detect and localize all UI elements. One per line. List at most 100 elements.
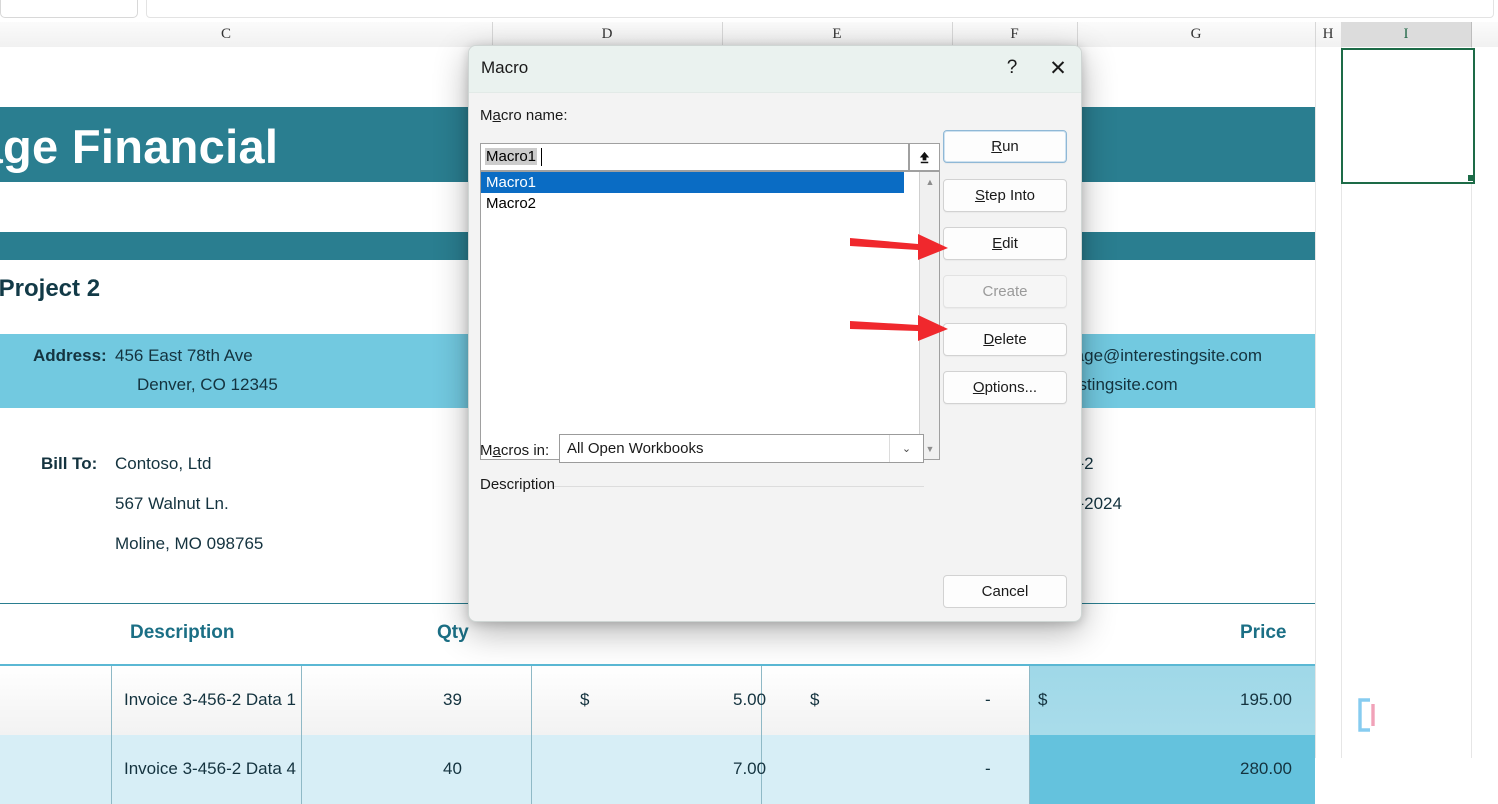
- description-divider: [554, 486, 924, 487]
- button-label: Create: [982, 283, 1028, 300]
- button-accelerator: O: [972, 379, 985, 396]
- list-item-label: Macro1: [486, 174, 537, 191]
- cell-price-value: 280.00: [1240, 759, 1292, 778]
- label-part: M: [480, 442, 493, 459]
- triangle-up-icon[interactable]: ▲: [920, 173, 940, 191]
- step-into-button[interactable]: Step Into: [943, 179, 1067, 212]
- cell-qty: 40: [443, 759, 462, 778]
- formula-input[interactable]: [146, 0, 1494, 18]
- column-header-G[interactable]: G: [1077, 22, 1316, 47]
- macro-dialog: Macro ? ✕ Macro name: Macro1 Macro1 Macr…: [468, 45, 1082, 622]
- button-accelerator: E: [992, 235, 1003, 252]
- column-label: C: [220, 26, 231, 42]
- button-label: tep Into: [984, 187, 1036, 204]
- cell-unit-symbol: $: [580, 690, 590, 709]
- list-item[interactable]: Macro1: [481, 172, 904, 193]
- cell-unit-value: 5.00: [733, 690, 767, 709]
- email-line-1: rage@interestingsite.com: [1069, 346, 1263, 365]
- label-accelerator: a: [492, 107, 501, 124]
- text-caret: [541, 148, 542, 166]
- column-header-H[interactable]: H: [1315, 22, 1342, 47]
- column-header-C[interactable]: C: [0, 22, 493, 47]
- cell-price-value: 195.00: [1240, 690, 1292, 709]
- macro-name-label: Macro name:: [480, 107, 568, 124]
- column-label: D: [601, 26, 613, 42]
- cell-tax-value: -: [985, 759, 991, 778]
- button-label: un: [1002, 138, 1019, 155]
- arrow-pointing-to-edit: [848, 230, 952, 271]
- address-label: Address:: [33, 346, 107, 365]
- address-line-2: Denver, CO 12345: [137, 375, 278, 394]
- cell-description: Invoice 3-456-2 Data 1: [124, 690, 296, 709]
- column-header-F[interactable]: F: [952, 22, 1078, 47]
- macro-name-input[interactable]: Macro1: [480, 143, 909, 171]
- macros-in-value: All Open Workbooks: [567, 440, 704, 457]
- button-accelerator: D: [983, 331, 995, 348]
- xda-watermark: [1354, 692, 1474, 738]
- label-part: cro name:: [500, 107, 568, 124]
- button-label: elete: [994, 331, 1027, 348]
- list-item[interactable]: Macro2: [481, 193, 904, 214]
- macros-in-label: Macros in:: [480, 442, 549, 459]
- label-accelerator: a: [492, 442, 501, 459]
- options-button[interactable]: Options...: [943, 371, 1067, 404]
- create-button: Create: [943, 275, 1067, 308]
- column-label: F: [1010, 26, 1019, 42]
- column-label: H: [1322, 26, 1334, 42]
- upload-arrow-icon[interactable]: [909, 143, 940, 171]
- label-part: cros in:: [500, 442, 550, 459]
- email-line-2: estingsite.com: [1069, 375, 1178, 394]
- question-mark-icon[interactable]: ?: [989, 46, 1035, 90]
- billto-label: Bill To:: [41, 454, 98, 473]
- cell-tax-symbol: $: [810, 690, 820, 709]
- cell-tax-value: -: [985, 690, 991, 709]
- row-cell-blank[interactable]: [0, 666, 112, 735]
- row-cell-qty[interactable]: [302, 735, 532, 804]
- button-label: ptions...: [984, 379, 1038, 396]
- button-label: dit: [1002, 235, 1018, 252]
- label-part: M: [480, 107, 493, 124]
- button-accelerator: R: [991, 138, 1003, 155]
- billto-line-3: Moline, MO 098765: [115, 534, 264, 553]
- column-label: G: [1190, 26, 1202, 42]
- close-icon[interactable]: ✕: [1035, 46, 1081, 90]
- row-cell-unit[interactable]: [532, 735, 762, 804]
- run-button[interactable]: Run: [943, 130, 1067, 163]
- formula-bar: ✕ ✓ fx ⌄: [0, 0, 1498, 22]
- address-line-1: 456 East 78th Ave: [115, 346, 253, 365]
- cell-unit-value: 7.00: [733, 759, 767, 778]
- macros-in-select[interactable]: All Open Workbooks ⌄: [559, 434, 924, 463]
- cancel-button[interactable]: Cancel: [943, 575, 1067, 608]
- fill-handle[interactable]: [1468, 175, 1474, 181]
- column-header-qty: Qty: [437, 622, 469, 643]
- billto-line-2: 567 Walnut Ln.: [115, 494, 229, 513]
- row-cell-qty[interactable]: [302, 666, 532, 735]
- arrow-pointing-to-delete: [848, 311, 952, 352]
- column-header-E[interactable]: E: [722, 22, 953, 47]
- button-accelerator: S: [974, 187, 985, 204]
- row-cell-unit[interactable]: [532, 666, 762, 735]
- dialog-title: Macro: [481, 58, 529, 77]
- dialog-title-bar: Macro ? ✕: [469, 46, 1081, 93]
- list-item-label: Macro2: [486, 195, 537, 212]
- row-cell-blank[interactable]: [0, 735, 112, 804]
- column-header-description: Description: [130, 622, 235, 643]
- chevron-down-icon[interactable]: ⌄: [889, 435, 923, 462]
- column-label: E: [832, 26, 842, 42]
- formula-bar-controls: ✕ ✓ fx ⌄: [0, 0, 138, 18]
- button-label: Cancel: [981, 583, 1029, 600]
- cell-description: Invoice 3-456-2 Data 4: [124, 759, 296, 778]
- macro-name-value: Macro1: [485, 148, 538, 165]
- column-header-I[interactable]: I: [1341, 22, 1472, 47]
- invoice-vendor-line: or: Project 2: [0, 275, 101, 302]
- gridline: [1315, 47, 1316, 758]
- selected-cell-I[interactable]: [1341, 48, 1475, 184]
- edit-button[interactable]: Edit: [943, 227, 1067, 260]
- cell-price-symbol: $: [1038, 690, 1048, 709]
- cell-qty: 39: [443, 690, 462, 709]
- delete-button[interactable]: Delete: [943, 323, 1067, 356]
- column-label: I: [1403, 26, 1409, 42]
- billto-line-1: Contoso, Ltd: [115, 454, 212, 473]
- column-header-D[interactable]: D: [492, 22, 723, 47]
- description-label: Description: [480, 476, 556, 493]
